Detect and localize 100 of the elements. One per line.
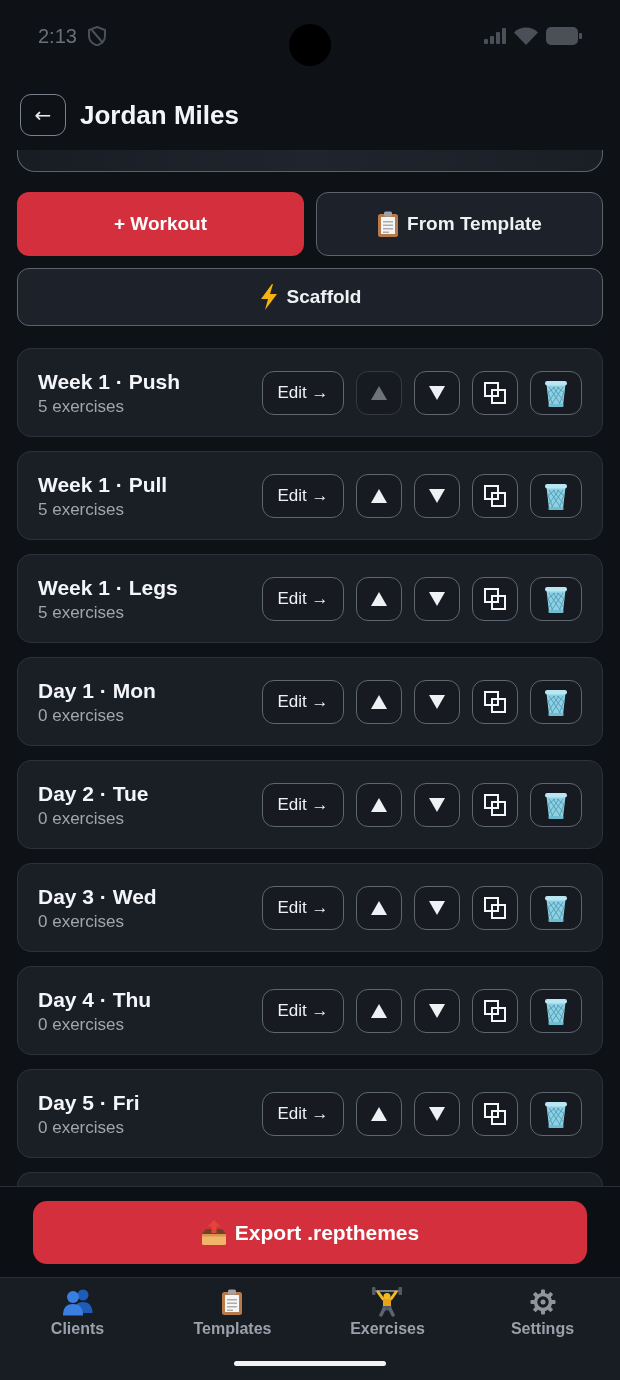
weightlifter-icon [371, 1287, 404, 1317]
move-down-button[interactable] [414, 576, 460, 621]
move-down-button[interactable] [414, 679, 460, 724]
lightning-icon [258, 284, 279, 310]
copy-icon [484, 999, 506, 1022]
edit-button[interactable]: Edit → [262, 885, 344, 930]
edit-button[interactable]: Edit → [262, 988, 344, 1033]
up-triangle-icon [371, 900, 387, 915]
exercise-count: 5 exercises [38, 498, 125, 520]
edit-button[interactable]: Edit → [262, 782, 344, 827]
delete-button[interactable] [530, 885, 582, 930]
copy-icon [484, 381, 506, 404]
copy-icon [484, 896, 506, 919]
move-up-button[interactable] [356, 885, 402, 930]
back-button[interactable]: ← [20, 94, 66, 136]
tab-button[interactable]: Settings [510, 1287, 575, 1338]
exercise-count: 0 exercises [38, 1013, 125, 1035]
workout-title: Day 2 · Tue [38, 780, 149, 806]
copy-icon [484, 690, 506, 713]
down-triangle-icon [429, 900, 445, 915]
exercise-count: 0 exercises [38, 807, 125, 829]
settings-icon [529, 1289, 556, 1315]
workout-title: Day 1 · Mon [38, 677, 156, 703]
copy-icon [484, 587, 506, 610]
duplicate-button[interactable] [472, 782, 518, 827]
copy-icon [484, 1102, 506, 1125]
edit-button[interactable]: Edit → [262, 679, 344, 724]
up-triangle-icon [371, 1106, 387, 1121]
move-up-button[interactable] [356, 988, 402, 1033]
down-triangle-icon [429, 1106, 445, 1121]
move-up-button[interactable] [356, 782, 402, 827]
workout-title: Week 1 · Legs [38, 574, 178, 600]
edit-button[interactable]: Edit → [262, 370, 344, 415]
tab-button[interactable]: Clients [50, 1287, 105, 1338]
up-triangle-icon [371, 385, 387, 400]
delete-button[interactable] [530, 1091, 582, 1136]
move-down-button[interactable] [414, 782, 460, 827]
move-up-button[interactable] [356, 473, 402, 518]
outbox-tray-icon [200, 1219, 227, 1246]
up-triangle-icon [371, 1003, 387, 1018]
battery-icon [546, 27, 582, 45]
down-triangle-icon [429, 694, 445, 709]
delete-button[interactable] [530, 679, 582, 724]
page-title: Jordan Miles [80, 99, 239, 131]
wifi-icon [514, 27, 538, 45]
action-button[interactable]: Scaffold [17, 268, 603, 326]
trash-icon [544, 996, 568, 1025]
clipboard-icon [221, 1289, 244, 1315]
signal-icon [484, 28, 506, 44]
duplicate-button[interactable] [472, 370, 518, 415]
workout-title: Day 3 · Wed [38, 883, 157, 909]
action-button[interactable]: + Workout [17, 192, 304, 256]
edit-button[interactable]: Edit → [262, 1091, 344, 1136]
move-down-button[interactable] [414, 988, 460, 1033]
up-triangle-icon [371, 591, 387, 606]
duplicate-button[interactable] [472, 576, 518, 621]
down-triangle-icon [429, 1003, 445, 1018]
clipboard-icon [377, 211, 400, 237]
duplicate-button[interactable] [472, 885, 518, 930]
exercise-count: 0 exercises [38, 910, 125, 932]
duplicate-button[interactable] [472, 988, 518, 1033]
down-triangle-icon [429, 385, 445, 400]
duplicate-button[interactable] [472, 1091, 518, 1136]
move-up-button[interactable] [356, 679, 402, 724]
tab-button[interactable]: Exercises [350, 1287, 425, 1338]
copy-icon [484, 793, 506, 816]
action-button[interactable]: From Template [316, 192, 603, 256]
move-up-button[interactable] [356, 1091, 402, 1136]
down-triangle-icon [429, 797, 445, 812]
delete-button[interactable] [530, 576, 582, 621]
trash-icon [544, 687, 568, 716]
duplicate-button[interactable] [472, 679, 518, 724]
edit-button[interactable]: Edit → [262, 473, 344, 518]
down-triangle-icon [429, 591, 445, 606]
trash-icon [544, 790, 568, 819]
exercise-count: 5 exercises [38, 395, 125, 417]
copy-icon [484, 484, 506, 507]
move-down-button[interactable] [414, 885, 460, 930]
exercise-count: 0 exercises [38, 704, 125, 726]
trash-icon [544, 378, 568, 407]
workout-title: Week 1 · Pull [38, 471, 168, 497]
move-up-button[interactable] [356, 576, 402, 621]
edit-button[interactable]: Edit → [262, 576, 344, 621]
people-icon [61, 1288, 94, 1316]
delete-button[interactable] [530, 473, 582, 518]
move-down-button[interactable] [414, 1091, 460, 1136]
exercise-count: 0 exercises [38, 1116, 125, 1138]
up-triangle-icon [371, 694, 387, 709]
duplicate-button[interactable] [472, 473, 518, 518]
tab-button[interactable]: Templates [193, 1287, 272, 1338]
move-down-button[interactable] [414, 473, 460, 518]
trash-icon [544, 1099, 568, 1128]
delete-button[interactable] [530, 370, 582, 415]
up-triangle-icon [371, 797, 387, 812]
workout-title: Day 5 · Fri [38, 1089, 140, 1115]
move-down-button[interactable] [414, 370, 460, 415]
delete-button[interactable] [530, 782, 582, 827]
down-triangle-icon [429, 488, 445, 503]
export-button[interactable]: Export .repthemes [33, 1201, 587, 1264]
delete-button[interactable] [530, 988, 582, 1033]
